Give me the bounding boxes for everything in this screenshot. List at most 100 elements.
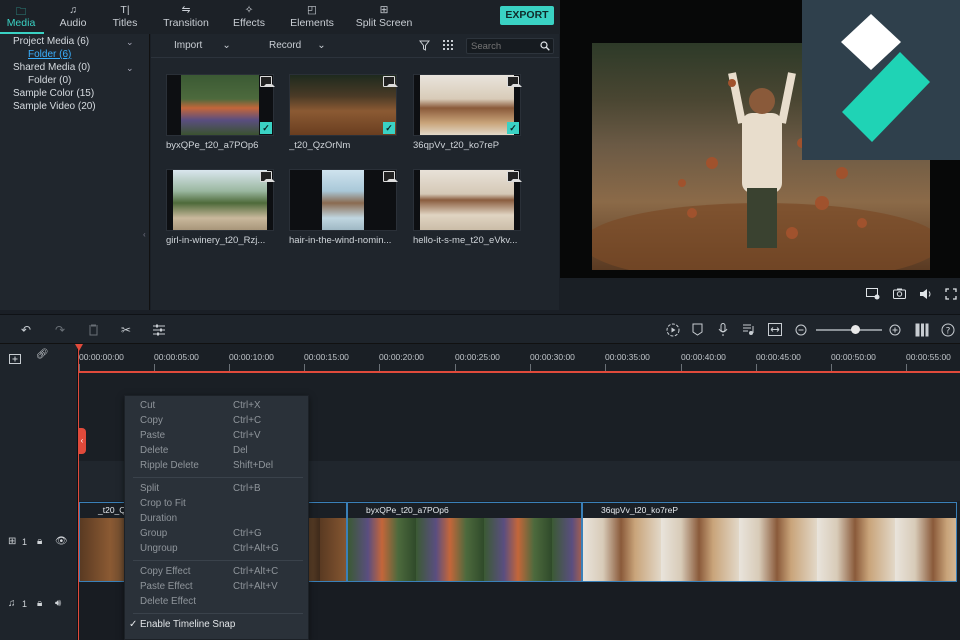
- chevron-down-icon[interactable]: ⌄: [126, 63, 134, 74]
- snapshot-camera-icon[interactable]: [893, 288, 906, 299]
- tree-item-project-folder[interactable]: Folder (6): [28, 49, 71, 60]
- menu-item-shortcut: Shift+Del: [233, 460, 274, 471]
- tab-audio[interactable]: ♫ Audio: [46, 0, 100, 34]
- folder-icon: 🗀: [15, 6, 27, 18]
- trash-icon[interactable]: [88, 324, 99, 336]
- media-thumb[interactable]: ✓: [289, 74, 398, 136]
- menu-item-label: Cut: [140, 400, 156, 411]
- media-thumb[interactable]: ✓: [166, 74, 275, 136]
- redo-icon[interactable]: ↷: [53, 323, 67, 337]
- display-settings-icon[interactable]: [866, 288, 880, 300]
- zoom-out-icon[interactable]: [795, 324, 807, 336]
- filmora-logo-icon: [802, 0, 960, 160]
- audio-mixer-icon[interactable]: [742, 323, 754, 336]
- menu-item-split[interactable]: Split Ctrl+B: [125, 483, 308, 498]
- undo-icon[interactable]: ↶: [19, 323, 33, 337]
- menu-item-delete-effect[interactable]: Delete Effect: [125, 596, 308, 611]
- tree-item-sample-color[interactable]: Sample Color (15): [13, 88, 94, 99]
- speaker-icon[interactable]: 🔊︎: [55, 598, 61, 609]
- zoom-in-icon[interactable]: [889, 324, 901, 336]
- eye-icon[interactable]: 👁︎: [55, 536, 68, 547]
- tab-elements[interactable]: ◰ Elements: [285, 0, 339, 34]
- menu-item-copy-effect[interactable]: Copy Effect Ctrl+Alt+C: [125, 566, 308, 581]
- adjust-icon[interactable]: [153, 324, 165, 336]
- export-button[interactable]: EXPORT: [500, 6, 554, 25]
- menu-item-group[interactable]: Group Ctrl+G: [125, 528, 308, 543]
- split-screen-icon: ⊞: [379, 4, 389, 16]
- media-thumb[interactable]: ✓: [413, 74, 522, 136]
- playhead-marker-icon[interactable]: [75, 344, 83, 351]
- timeline-ruler[interactable]: 00:00:00:00 00:00:05:00 00:00:10:00 00:0…: [0, 344, 960, 372]
- timeline-clip[interactable]: byxQPe_t20_a7POp6: [347, 502, 582, 582]
- menu-item-delete[interactable]: Delete Del: [125, 445, 308, 460]
- menu-item-crop-to-fit[interactable]: Crop to Fit: [125, 498, 308, 513]
- media-thumb-label: hello-it-s-me_t20_eVkv...: [413, 235, 518, 246]
- fullscreen-icon[interactable]: [945, 288, 957, 300]
- media-thumb-label: byxQPe_t20_a7POp6: [166, 140, 259, 151]
- scissors-icon[interactable]: ✂: [119, 323, 133, 337]
- menu-item-label: Ungroup: [140, 543, 178, 554]
- tab-titles[interactable]: T| Titles: [98, 0, 152, 34]
- search-input[interactable]: [471, 40, 537, 53]
- search-icon[interactable]: [540, 41, 550, 51]
- volume-icon[interactable]: [919, 288, 933, 300]
- tab-effects[interactable]: ✧ Effects: [222, 0, 276, 34]
- media-thumb[interactable]: [289, 169, 398, 231]
- add-track-icon[interactable]: [9, 352, 23, 364]
- import-dropdown[interactable]: Import ⌄: [174, 40, 231, 51]
- marker-icon[interactable]: [692, 323, 703, 336]
- menu-item-ungroup[interactable]: Ungroup Ctrl+Alt+G: [125, 543, 308, 558]
- microphone-icon[interactable]: [718, 323, 728, 337]
- tree-item-project-media[interactable]: Project Media (6): [13, 36, 89, 47]
- zoom-to-fit-icon[interactable]: [768, 323, 782, 336]
- timeline-clip[interactable]: 36qpVv_t20_ko7reP: [582, 502, 957, 582]
- ruler-tick-label: 00:00:55:00: [906, 352, 951, 362]
- tab-transition[interactable]: ⇋ Transition: [159, 0, 213, 34]
- tree-item-shared-folder[interactable]: Folder (0): [28, 75, 71, 86]
- image-type-icon: [507, 76, 522, 87]
- menu-item-paste-effect[interactable]: Paste Effect Ctrl+Alt+V: [125, 581, 308, 596]
- menu-item-label: Paste Effect: [140, 581, 193, 592]
- link-icon[interactable]: 🔗︎: [36, 349, 49, 360]
- menu-item-duration[interactable]: Duration: [125, 513, 308, 528]
- tab-media[interactable]: 🗀 Media: [0, 0, 48, 34]
- zoom-slider-knob[interactable]: [851, 325, 861, 334]
- panel-layout-icon[interactable]: [915, 323, 929, 337]
- menu-item-enable-timeline-snap[interactable]: ✓ Enable Timeline Snap: [125, 619, 308, 634]
- menu-item-label: Split: [140, 483, 160, 494]
- menu-item-copy[interactable]: Copy Ctrl+C: [125, 415, 308, 430]
- collapse-panel-handle-icon[interactable]: ‹: [143, 230, 149, 240]
- tab-split-screen[interactable]: ⊞ Split Screen: [352, 0, 416, 34]
- lock-icon[interactable]: 🔒︎: [37, 536, 42, 547]
- tree-item-sample-video[interactable]: Sample Video (20): [13, 101, 96, 112]
- video-track-number: 1: [22, 537, 28, 547]
- record-dropdown[interactable]: Record ⌄: [269, 40, 326, 51]
- playhead-handle[interactable]: ‹: [78, 428, 86, 454]
- menu-item-shortcut: Ctrl+Alt+G: [233, 543, 279, 554]
- ruler-tick-label: 00:00:10:00: [229, 352, 274, 362]
- ruler-tick-label: 00:00:15:00: [304, 352, 349, 362]
- help-icon[interactable]: ?: [941, 323, 955, 337]
- menu-item-ripple-delete[interactable]: Ripple Delete Shift+Del: [125, 460, 308, 475]
- tab-elements-label: Elements: [290, 17, 334, 29]
- check-icon: ✓: [507, 122, 519, 134]
- tree-item-shared-media[interactable]: Shared Media (0): [13, 62, 90, 73]
- record-label: Record: [269, 40, 302, 51]
- image-type-icon: [383, 171, 398, 182]
- zoom-slider[interactable]: [816, 329, 882, 331]
- render-preview-icon[interactable]: [666, 323, 680, 337]
- ruler-tick-label: 00:00:05:00: [154, 352, 199, 362]
- filter-icon[interactable]: [419, 40, 430, 51]
- media-thumb[interactable]: [413, 169, 522, 231]
- menu-item-cut[interactable]: Cut Ctrl+X: [125, 400, 308, 415]
- ruler-tick-label: 00:00:35:00: [605, 352, 650, 362]
- image-type-icon: [260, 76, 275, 87]
- grid-view-icon[interactable]: [443, 40, 454, 51]
- menu-item-paste[interactable]: Paste Ctrl+V: [125, 430, 308, 445]
- chevron-down-icon[interactable]: ⌄: [126, 37, 134, 48]
- playhead[interactable]: [78, 344, 79, 640]
- media-thumb[interactable]: [166, 169, 275, 231]
- lock-icon[interactable]: 🔒︎: [37, 598, 42, 609]
- ruler-tick-label: 00:00:45:00: [756, 352, 801, 362]
- menu-item-label: Delete: [140, 445, 169, 456]
